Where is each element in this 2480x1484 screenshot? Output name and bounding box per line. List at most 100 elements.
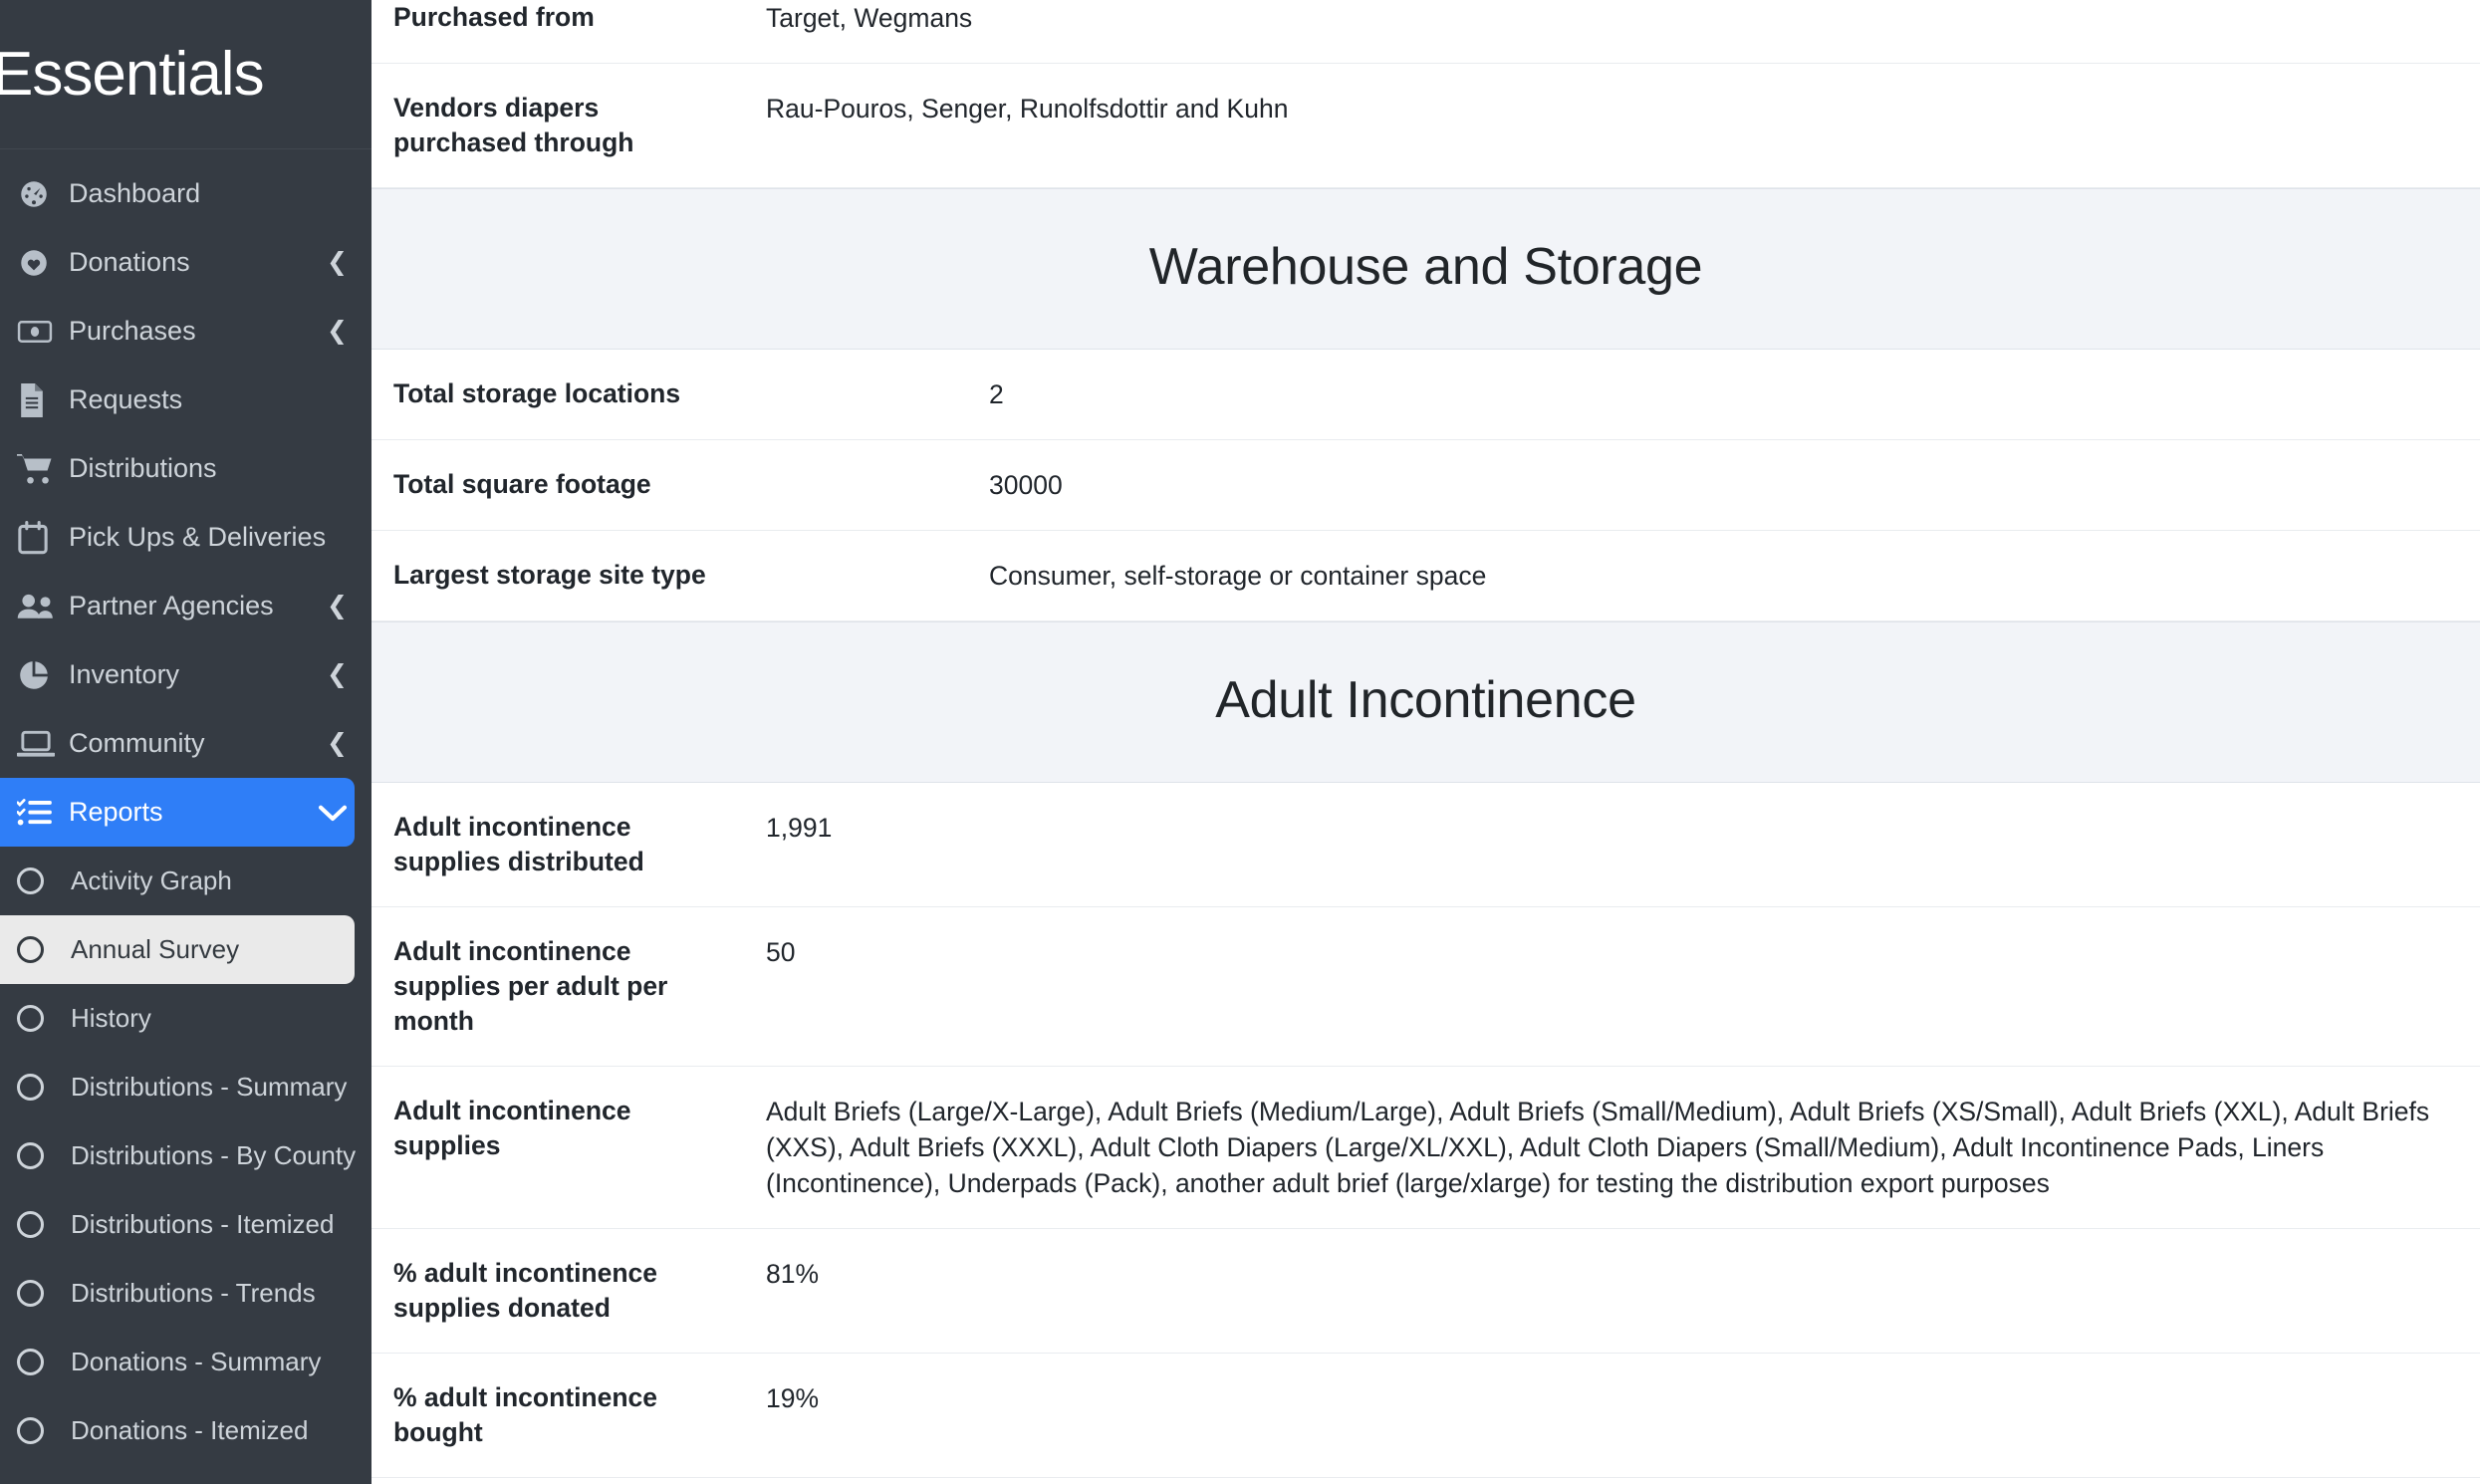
sidebar-subitem-donations-itemized[interactable]: Donations - Itemized	[0, 1396, 372, 1465]
chevron-left-icon: ❮	[327, 729, 348, 757]
table-row: Money spent purchasing adult incontinenc…	[372, 1477, 2480, 1484]
sidebar-subitem-label: Distributions - By County	[71, 1140, 357, 1170]
row-label: Money spent purchasing adult incontinenc…	[372, 1478, 756, 1484]
radio-circle-icon	[17, 1349, 61, 1375]
sidebar-subitem-label: Distributions - Trends	[71, 1278, 316, 1308]
row-label: % adult incontinence bought	[393, 1381, 658, 1447]
radio-circle-icon	[17, 1005, 61, 1032]
sidebar-item-requests[interactable]: Requests	[0, 366, 372, 434]
row-value: 2	[989, 378, 1004, 409]
sidebar-subitem-label: Activity Graph	[71, 866, 232, 895]
sidebar-item-label: Distributions	[69, 453, 217, 483]
sidebar-nav: Dashboard Donations ❮ Purchases ❮ Reques…	[0, 149, 372, 1465]
brand-logo[interactable]: Essentials	[0, 0, 372, 149]
table-row: Total storage locations 2	[372, 349, 2480, 440]
radio-circle-icon	[17, 1280, 61, 1307]
sidebar-item-pickups-deliveries[interactable]: Pick Ups & Deliveries	[0, 503, 372, 572]
sidebar-item-dashboard[interactable]: Dashboard	[0, 159, 372, 228]
gauge-icon	[17, 177, 61, 211]
radio-circle-icon	[17, 1211, 61, 1238]
sidebar-subitem-label: Annual Survey	[71, 934, 240, 964]
sidebar-subitem-history[interactable]: History	[0, 984, 372, 1053]
radio-circle-icon	[17, 936, 61, 963]
sidebar-item-distributions[interactable]: Distributions	[0, 434, 372, 503]
table-row: Largest storage site type Consumer, self…	[372, 531, 2480, 622]
row-label: Total square footage	[393, 469, 651, 499]
calendar-icon	[17, 520, 61, 555]
pie-chart-icon	[17, 658, 61, 692]
sidebar-item-label: Partner Agencies	[69, 591, 274, 620]
sidebar: Essentials Dashboard Donations ❮ Purchas…	[0, 0, 372, 1484]
money-bill-icon	[17, 314, 61, 350]
radio-circle-icon	[17, 1417, 61, 1444]
sidebar-subitem-label: Distributions - Itemized	[71, 1209, 335, 1239]
annual-survey-report: Purchased from Target, Wegmans Vendors d…	[372, 0, 2480, 1484]
radio-circle-icon	[17, 867, 61, 894]
row-label: Adult incontinence supplies distributed	[393, 812, 644, 877]
sidebar-item-label: Donations	[69, 247, 190, 277]
sidebar-subitem-donations-summary[interactable]: Donations - Summary	[0, 1328, 372, 1396]
table-row: Adult incontinence supplies distributed …	[372, 783, 2480, 907]
row-label: Adult incontinence supplies per adult pe…	[393, 936, 668, 1036]
row-value: 19%	[766, 1382, 820, 1413]
row-label: Adult incontinence supplies	[393, 1095, 631, 1160]
chevron-left-icon: ❮	[327, 592, 348, 619]
sidebar-subitem-distributions-by-county[interactable]: Distributions - By County	[0, 1121, 372, 1190]
sidebar-item-label: Purchases	[69, 316, 196, 346]
sidebar-item-label: Pick Ups & Deliveries	[69, 522, 327, 552]
chevron-left-icon: ❮	[327, 660, 348, 688]
survey-table: Purchased from Target, Wegmans Vendors d…	[372, 0, 2480, 1484]
sidebar-item-label: Dashboard	[69, 178, 201, 208]
row-value: $0.00	[756, 1478, 2480, 1484]
sidebar-item-inventory[interactable]: Inventory ❮	[0, 640, 372, 709]
row-value: 81%	[766, 1259, 820, 1289]
row-label: % adult incontinence supplies donated	[393, 1258, 658, 1323]
sidebar-item-community[interactable]: Community ❮	[0, 709, 372, 778]
row-label: Vendors diapers purchased through	[393, 93, 634, 157]
table-row: Vendors diapers purchased through Rau-Po…	[372, 64, 2480, 188]
chevron-left-icon: ❮	[327, 317, 348, 345]
chevron-left-icon: ❮	[327, 248, 348, 276]
radio-circle-icon	[17, 1142, 61, 1169]
sidebar-subitem-distributions-itemized[interactable]: Distributions - Itemized	[0, 1190, 372, 1259]
sidebar-subitem-label: Distributions - Summary	[71, 1072, 348, 1102]
row-value: Target, Wegmans	[766, 3, 973, 33]
table-row: Adult incontinence supplies per adult pe…	[372, 907, 2480, 1067]
table-row: % adult incontinence bought 19%	[372, 1353, 2480, 1478]
sidebar-item-label: Inventory	[69, 659, 180, 689]
sidebar-subitem-distributions-trends[interactable]: Distributions - Trends	[0, 1259, 372, 1328]
table-row: Purchased from Target, Wegmans	[372, 0, 2480, 65]
sidebar-item-reports[interactable]: Reports	[0, 778, 355, 847]
row-value: Consumer, self-storage or container spac…	[989, 561, 1487, 592]
document-icon	[17, 382, 61, 417]
table-row: Adult incontinence supplies Adult Briefs…	[372, 1066, 2480, 1229]
radio-circle-icon	[17, 1074, 61, 1101]
sidebar-item-label: Requests	[69, 384, 183, 414]
section-header-adult-incontinence: Adult Incontinence	[372, 621, 2480, 784]
table-row: % adult incontinence supplies donated 81…	[372, 1229, 2480, 1354]
chevron-down-icon	[318, 803, 350, 823]
row-value: 1,991	[766, 813, 833, 844]
sidebar-item-partner-agencies[interactable]: Partner Agencies ❮	[0, 572, 372, 640]
sidebar-subitem-annual-survey[interactable]: Annual Survey	[0, 915, 355, 984]
brand-name: Essentials	[0, 39, 265, 109]
app-root: Essentials Dashboard Donations ❮ Purchas…	[0, 0, 2480, 1484]
sidebar-item-donations[interactable]: Donations ❮	[0, 228, 372, 297]
sidebar-item-label: Community	[69, 728, 205, 758]
sidebar-subitem-distributions-summary[interactable]: Distributions - Summary	[0, 1053, 372, 1121]
row-value: Adult Briefs (Large/X-Large), Adult Brie…	[766, 1096, 2430, 1198]
row-value: Rau-Pouros, Senger, Runolfsdottir and Ku…	[766, 94, 1289, 124]
users-icon	[17, 592, 61, 621]
sidebar-item-label: Reports	[69, 797, 163, 827]
row-label: Total storage locations	[393, 377, 681, 408]
section-header-warehouse-and-storage: Warehouse and Storage	[372, 187, 2480, 350]
table-row: Total square footage 30000	[372, 440, 2480, 532]
row-value: 50	[766, 937, 796, 967]
row-value: 30000	[989, 470, 1063, 500]
sidebar-item-purchases[interactable]: Purchases ❮	[0, 297, 372, 366]
task-list-icon	[17, 797, 61, 829]
sidebar-subitem-activity-graph[interactable]: Activity Graph	[0, 847, 372, 915]
heart-circle-icon	[17, 246, 61, 280]
sidebar-subitem-label: Donations - Itemized	[71, 1415, 309, 1445]
row-label: Largest storage site type	[393, 560, 706, 591]
